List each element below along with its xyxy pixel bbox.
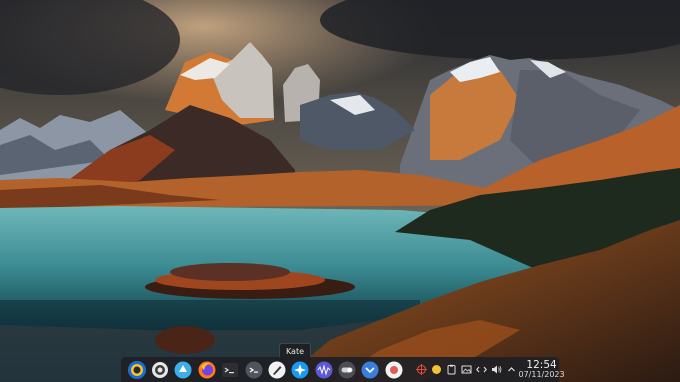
- system-settings-icon[interactable]: [151, 361, 169, 379]
- clock-time: 12:54: [526, 358, 557, 371]
- screenshot-crosshair-icon[interactable]: [415, 364, 427, 375]
- terminal-icon[interactable]: [221, 361, 239, 379]
- kate-icon[interactable]: [268, 361, 286, 379]
- audio-editor-icon[interactable]: [315, 361, 333, 379]
- toggle-switch-icon[interactable]: [338, 361, 356, 379]
- clipboard-icon[interactable]: [446, 364, 457, 375]
- desktop-wallpaper: [0, 0, 680, 382]
- kdenlive-icon[interactable]: [291, 361, 309, 379]
- taskbar-panel: 12:54 07/11/2023: [121, 357, 565, 382]
- volume-icon[interactable]: [491, 364, 502, 375]
- chevron-app-icon[interactable]: [361, 361, 379, 379]
- digital-clock[interactable]: 12:54 07/11/2023: [519, 360, 565, 380]
- status-dot-icon[interactable]: [431, 364, 442, 375]
- discover-icon[interactable]: [174, 361, 192, 379]
- clock-date: 07/11/2023: [518, 370, 565, 380]
- app-launcher-icon[interactable]: [127, 360, 146, 379]
- tray-expand-icon[interactable]: [506, 364, 517, 375]
- firefox-icon[interactable]: [198, 361, 216, 379]
- kde-connect-icon[interactable]: [475, 364, 487, 375]
- cursor-app-icon[interactable]: [385, 361, 403, 379]
- image-viewer-icon[interactable]: [461, 364, 472, 375]
- konsole-icon[interactable]: [245, 361, 263, 379]
